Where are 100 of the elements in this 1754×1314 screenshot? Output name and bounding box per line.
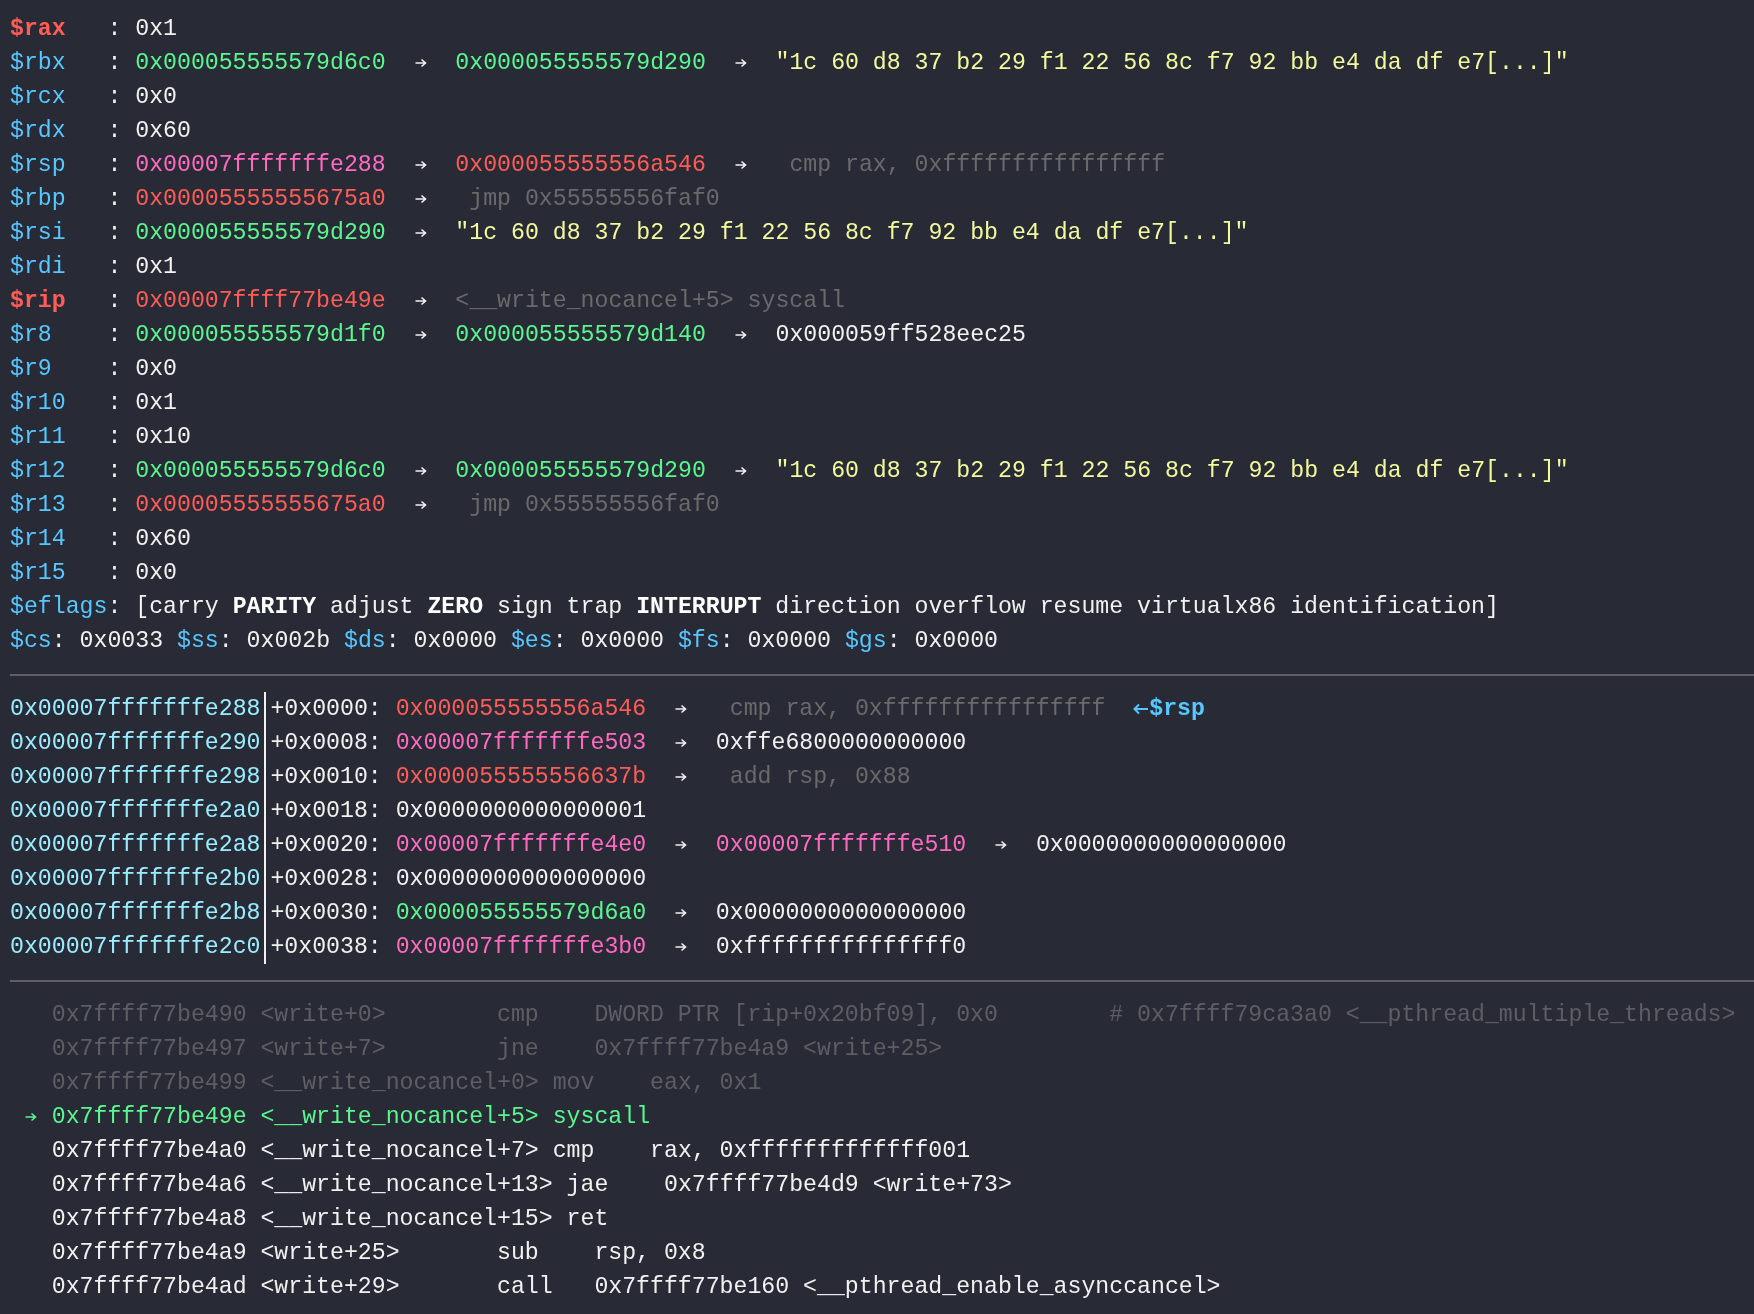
register-name: $rip [10,287,67,316]
register-name: $rax [10,15,67,44]
arrow-icon [675,840,687,850]
mnemonic-text: jae [566,1171,610,1200]
separator-text: : [107,117,123,146]
separator-text: : [385,627,400,656]
instruction-text: <__write_nocancel+5> syscall [455,287,845,316]
pointer-value: 0x000055555579d1f0 [135,321,386,350]
mnemonic-text: syscall [552,1103,651,1132]
segment-value: 0x0000 [747,627,831,656]
arrow-icon [414,296,427,306]
flag-text: ZERO [427,593,484,622]
stack-address: 0x00007fffffffe2b8 [10,899,261,928]
value-text: 0x1 [135,15,177,44]
segment-value: 0x0000 [580,627,665,656]
pointer-value: 0x00007fffffffe503 [395,729,647,758]
code-address: 0x7ffff77be4a0 [51,1137,247,1166]
segment-name: $ss [177,627,219,656]
value-text: 0x0000000000000000 [715,899,967,928]
arrow-icon [414,228,427,238]
instruction-text: cmp rax, 0xffffffffffffffff [729,695,1106,724]
symbol-text: <write+29> [260,1273,401,1302]
value-text: 0x0000000000000000 [395,865,647,894]
arrow-icon [414,194,427,204]
separator-text: : [107,15,123,44]
instruction-text: cmp rax, 0xffffffffffffffff [789,151,1166,180]
stack-address: 0x00007fffffffe2a0 [10,797,261,826]
flag-text: INTERRUPT [636,593,762,622]
arrow-icon [734,160,747,170]
separator-text: : [886,627,901,656]
mnemonic-text: ret [566,1205,610,1234]
segment-name: $fs [677,627,720,656]
flag-text: trap [566,593,623,622]
segment-value: 0x0033 [79,627,164,656]
operands-text: rsp, 0x8 [594,1239,706,1268]
register-name: $rsi [10,219,67,248]
segment-value: 0x002b [246,627,331,656]
stack-offset: +0x0030: [270,899,382,928]
value-text: 0x0 [135,559,177,588]
value-text: 0x60 [135,525,191,554]
separator-text: : [107,321,123,350]
arrow-icon [414,330,427,340]
pointer-value: 0x00007ffff77be49e [135,287,386,316]
register-name: $r11 [10,423,67,452]
pointer-value: 0x00007fffffffe4e0 [395,831,647,860]
separator-text: : [107,287,123,316]
stack-pointer-tag: $rsp [1149,692,1205,726]
pointer-value: 0x000055555579d290 [455,49,706,78]
separator-text: : [107,491,123,520]
arrow-icon [24,1112,37,1122]
arrow-icon [675,772,687,782]
register-name: $r8 [10,321,53,350]
symbol-text: <__write_nocancel+5> [260,1103,539,1132]
separator-text: : [107,151,123,180]
arrow-icon [675,704,687,714]
separator-text: : [51,627,66,656]
pointer-value: 0x000055555556a546 [455,151,706,180]
flag-text: overflow [914,593,1026,622]
stack-address: 0x00007fffffffe2b0 [10,865,261,894]
code-address: 0x7ffff77be4a9 [51,1239,247,1268]
flag-text: identification] [1290,593,1499,622]
mnemonic-text: sub [497,1239,540,1268]
separator-text: : [107,185,123,214]
flag-text: PARITY [232,593,317,622]
register-name: $r15 [10,559,67,588]
pointer-value: 0x00007fffffffe3b0 [395,933,647,962]
pointer-value: 0x000055555556a546 [395,695,647,724]
pointer-value: 0x000055555579d290 [135,219,386,248]
stack-address: 0x00007fffffffe2a8 [10,831,261,860]
arrow-icon [995,840,1008,850]
value-text: 0x0000000000000000 [1035,831,1287,860]
left-arrow-icon [1133,703,1150,715]
value-text: 0x0 [135,83,177,112]
mnemonic-text: call [497,1273,554,1302]
register-name: $r12 [10,457,67,486]
register-name: $r10 [10,389,67,418]
pointer-value: 0x00007fffffffe288 [135,151,386,180]
code-address: 0x7ffff77be4a8 [51,1205,247,1234]
value-text: 0xffe6800000000000 [715,729,967,758]
pointer-value: 0x000055555579d140 [455,321,706,350]
register-name: $rdi [10,253,67,282]
stack-offset: +0x0028: [270,865,382,894]
value-text: 0x60 [135,117,191,146]
code-address: 0x7ffff77be4ad [51,1273,247,1302]
value-text: 0x1 [135,253,177,282]
separator-text: : [107,559,123,588]
flag-text: [carry [135,593,219,622]
instruction-text: jmp 0x55555556faf0 [469,185,720,214]
register-name: $r14 [10,525,67,554]
arrow-icon [414,466,427,476]
separator-text: : [107,525,123,554]
flag-text: direction [775,593,901,622]
stack-address: 0x00007fffffffe290 [10,729,261,758]
code-address: 0x7ffff77be4a6 [51,1171,247,1200]
arrow-icon [734,58,747,68]
string-value: "1c 60 d8 37 b2 29 f1 22 56 8c f7 92 bb e4 da df e7[...]" [775,49,1569,78]
register-name: $rsp [10,151,67,180]
separator-text: : [107,219,123,248]
separator-text: : [107,253,123,282]
register-name: $rbp [10,185,67,214]
